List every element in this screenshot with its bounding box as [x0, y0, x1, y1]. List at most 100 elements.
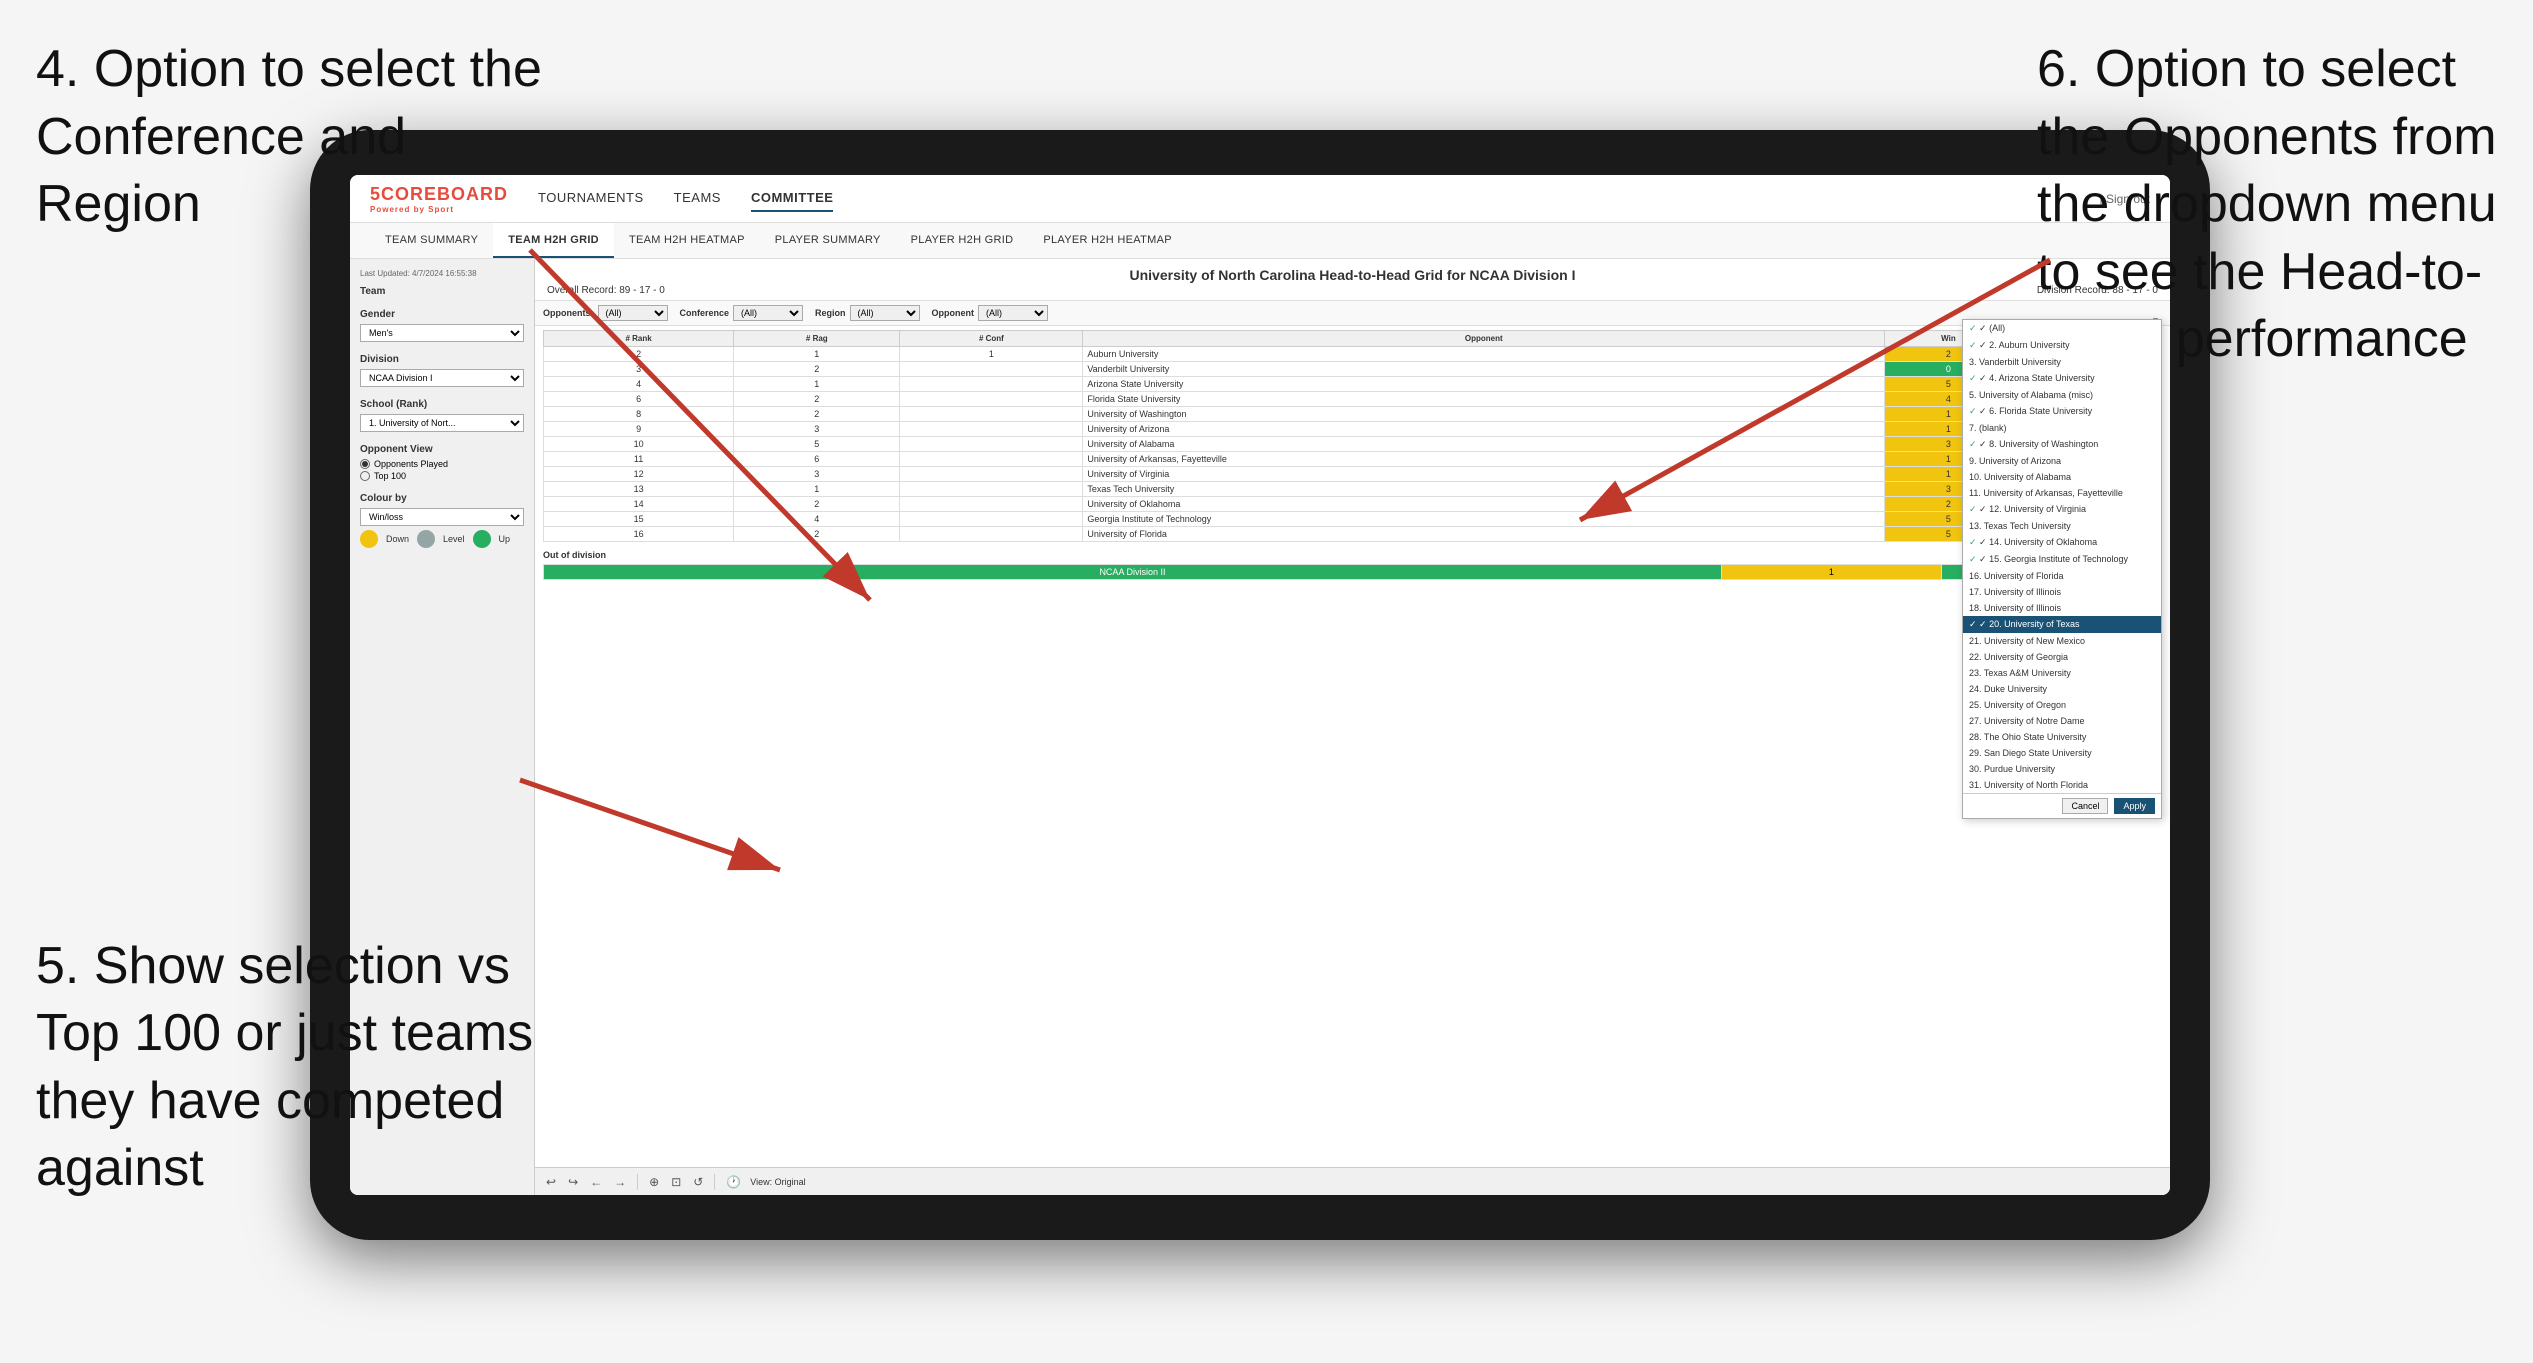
table-row: [900, 362, 1083, 377]
dropdown-item[interactable]: 28. The Ohio State University: [1963, 729, 2161, 745]
radio-opponents-played[interactable]: Opponents Played: [360, 459, 524, 469]
zoom-btn[interactable]: ⊕: [646, 1174, 662, 1190]
view-label: View: Original: [750, 1177, 805, 1187]
table-area: # Rank # Rag # Conf Opponent Win Loss 2 …: [535, 326, 2170, 1167]
dropdown-item[interactable]: 31. University of North Florida: [1963, 777, 2161, 793]
clock-btn[interactable]: 🕐: [723, 1174, 744, 1190]
col-opponent: Opponent: [1083, 331, 1885, 347]
school-label: School (Rank): [360, 399, 524, 410]
radio-top100[interactable]: Top 100: [360, 471, 524, 481]
table-row: 3: [734, 422, 900, 437]
table-row: University of Alabama: [1083, 437, 1885, 452]
dropdown-item[interactable]: ✓ 2. Auburn University: [1963, 337, 2161, 354]
tab-player-h2h-heatmap[interactable]: PLAYER H2H HEATMAP: [1028, 223, 1186, 258]
tab-player-summary[interactable]: PLAYER SUMMARY: [760, 223, 896, 258]
dropdown-item[interactable]: 16. University of Florida: [1963, 568, 2161, 584]
dropdown-item[interactable]: ✓ 6. Florida State University: [1963, 403, 2161, 420]
gender-label: Gender: [360, 309, 524, 320]
dropdown-item[interactable]: 7. (blank): [1963, 420, 2161, 436]
overall-record: Overall Record: 89 - 17 - 0: [547, 285, 665, 296]
grid-records: Overall Record: 89 - 17 - 0 Division Rec…: [547, 285, 2158, 296]
dropdown-item[interactable]: 5. University of Alabama (misc): [1963, 387, 2161, 403]
division-section: Division NCAA Division I: [360, 354, 524, 387]
nav-teams[interactable]: TEAMS: [674, 185, 721, 212]
tab-player-h2h-grid[interactable]: PLAYER H2H GRID: [896, 223, 1029, 258]
dropdown-item[interactable]: ✓ 12. University of Virginia: [1963, 501, 2161, 518]
dropdown-item[interactable]: ✓ (All): [1963, 320, 2161, 337]
dropdown-item[interactable]: ✓ 14. University of Oklahoma: [1963, 534, 2161, 551]
forward-btn[interactable]: →: [611, 1174, 629, 1190]
dropdown-item[interactable]: ✓ 20. University of Texas: [1963, 616, 2161, 633]
conference-label: Conference: [680, 308, 730, 318]
opponent-filter: Opponent (All): [932, 305, 1049, 321]
table-row: 3: [734, 467, 900, 482]
dropdown-item[interactable]: 27. University of Notre Dame: [1963, 713, 2161, 729]
dropdown-item[interactable]: ✓ 4. Arizona State University: [1963, 370, 2161, 387]
conference-filter: Conference (All): [680, 305, 804, 321]
table-row: 13: [544, 482, 734, 497]
division-select[interactable]: NCAA Division I: [360, 369, 524, 387]
table-row: Auburn University: [1083, 347, 1885, 362]
region-select[interactable]: (All): [850, 305, 920, 321]
table-row: 10: [544, 437, 734, 452]
team-section: Team: [360, 286, 524, 297]
table-row: 1: [734, 347, 900, 362]
region-filter: Region (All): [815, 305, 920, 321]
opponent-select[interactable]: (All): [978, 305, 1048, 321]
dropdown-item[interactable]: ✓ 8. University of Washington: [1963, 436, 2161, 453]
opponent-dropdown[interactable]: ✓ (All)✓ 2. Auburn University 3. Vanderb…: [1962, 319, 2162, 819]
table-row: 6: [734, 452, 900, 467]
opponent-view-section: Opponent View Opponents Played Top 100: [360, 444, 524, 481]
conference-select[interactable]: (All): [733, 305, 803, 321]
nav-bar: 5COREBOARD Powered by Sport TOURNAMENTS …: [350, 175, 2170, 223]
up-dot: [473, 530, 491, 548]
dropdown-item[interactable]: 24. Duke University: [1963, 681, 2161, 697]
dropdown-actions: Cancel Apply: [1963, 793, 2161, 818]
opponents-select[interactable]: (All): [598, 305, 668, 321]
division2-name: NCAA Division II: [544, 565, 1722, 580]
table-row: [900, 437, 1083, 452]
region-label: Region: [815, 308, 846, 318]
dropdown-item[interactable]: 30. Purdue University: [1963, 761, 2161, 777]
reset-btn[interactable]: ↺: [690, 1174, 706, 1190]
gender-select[interactable]: Men's: [360, 324, 524, 342]
dropdown-item[interactable]: 23. Texas A&M University: [1963, 665, 2161, 681]
table-row: 2: [734, 497, 900, 512]
table-row: 2: [734, 407, 900, 422]
right-panel: University of North Carolina Head-to-Hea…: [535, 259, 2170, 1195]
dropdown-item[interactable]: 11. University of Arkansas, Fayetteville: [1963, 485, 2161, 501]
table-row: 1: [734, 482, 900, 497]
cancel-button[interactable]: Cancel: [2062, 798, 2108, 814]
apply-button[interactable]: Apply: [2114, 798, 2155, 814]
team-label: Team: [360, 286, 524, 297]
school-select[interactable]: 1. University of Nort...: [360, 414, 524, 432]
dropdown-item[interactable]: 21. University of New Mexico: [1963, 633, 2161, 649]
radio-label-2: Top 100: [374, 471, 406, 481]
table-row: [900, 527, 1083, 542]
table-row: 8: [544, 407, 734, 422]
filters-row: Opponents: (All) Conference (All) Region: [535, 301, 2170, 326]
dropdown-item[interactable]: 10. University of Alabama: [1963, 469, 2161, 485]
dropdown-item[interactable]: 13. Texas Tech University: [1963, 518, 2161, 534]
dropdown-item[interactable]: 3. Vanderbilt University: [1963, 354, 2161, 370]
colour-select[interactable]: Win/loss: [360, 508, 524, 526]
division-label: Division: [360, 354, 524, 365]
table-row: [900, 467, 1083, 482]
nav-committee[interactable]: COMMITTEE: [751, 185, 834, 212]
division2-win: 1: [1721, 565, 1941, 580]
dropdown-item[interactable]: 18. University of Illinois: [1963, 600, 2161, 616]
dropdown-item[interactable]: 17. University of Illinois: [1963, 584, 2161, 600]
dropdown-item[interactable]: 25. University of Oregon: [1963, 697, 2161, 713]
table-row: 3: [544, 362, 734, 377]
grid-header: University of North Carolina Head-to-Hea…: [535, 259, 2170, 301]
table-row: 6: [544, 392, 734, 407]
table-row: University of Arkansas, Fayetteville: [1083, 452, 1885, 467]
tab-team-h2h-heatmap[interactable]: TEAM H2H HEATMAP: [614, 223, 760, 258]
dropdown-item[interactable]: 9. University of Arizona: [1963, 453, 2161, 469]
col-conf: # Conf: [900, 331, 1083, 347]
col-rag: # Rag: [734, 331, 900, 347]
dropdown-item[interactable]: 22. University of Georgia: [1963, 649, 2161, 665]
dropdown-item[interactable]: 29. San Diego State University: [1963, 745, 2161, 761]
dropdown-item[interactable]: ✓ 15. Georgia Institute of Technology: [1963, 551, 2161, 568]
fit-btn[interactable]: ⊡: [668, 1174, 684, 1190]
